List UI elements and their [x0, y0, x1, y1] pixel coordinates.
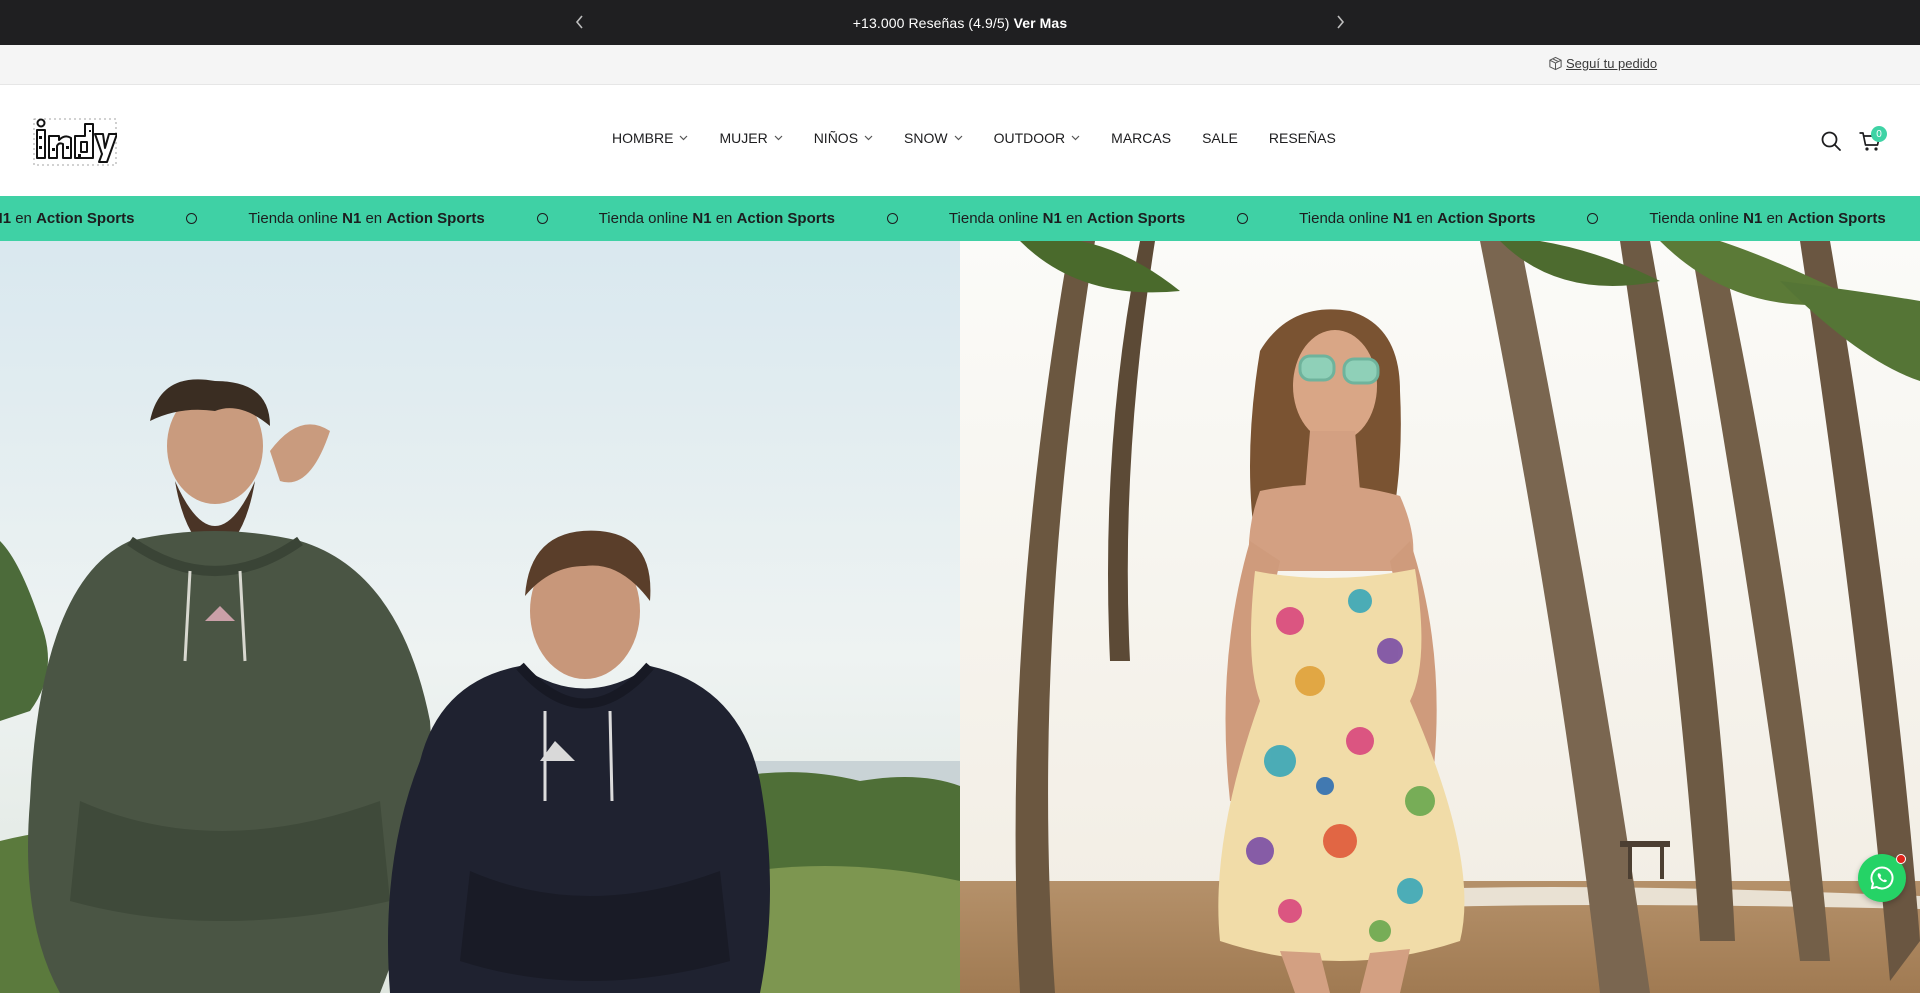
- notification-badge: [1896, 854, 1906, 864]
- brand-logo[interactable]: [33, 116, 118, 166]
- circle-separator-icon: [1587, 213, 1599, 224]
- site-header: HOMBRE MUJER NIÑOS SNOW OUTDOOR MARCAS S…: [0, 85, 1920, 196]
- cart-count-badge: 0: [1871, 126, 1887, 142]
- track-order-link[interactable]: Seguí tu pedido: [1548, 56, 1657, 71]
- whatsapp-icon: [1870, 866, 1894, 890]
- nav-item-marcas[interactable]: MARCAS: [1111, 130, 1171, 146]
- circle-separator-icon: [886, 213, 898, 224]
- chevron-down-icon: [864, 135, 873, 141]
- nav-item-ninos[interactable]: NIÑOS: [814, 130, 873, 146]
- marquee-track: ne N1 en Action Sports Tienda online N1 …: [0, 196, 1920, 241]
- search-icon: [1821, 131, 1841, 151]
- chevron-down-icon: [774, 135, 783, 141]
- whatsapp-button[interactable]: [1858, 854, 1906, 902]
- utility-bar: Seguí tu pedido: [0, 45, 1920, 85]
- marquee-item: Tienda online N1 en Action Sports: [949, 210, 1299, 227]
- nav-item-label: NIÑOS: [813, 130, 859, 146]
- announcement-prev-button[interactable]: [570, 12, 590, 32]
- marquee-item: ne N1 en Action Sports: [0, 210, 248, 227]
- track-order-label: Seguí tu pedido: [1566, 56, 1658, 71]
- package-icon: [1549, 56, 1562, 71]
- circle-separator-icon: [1237, 213, 1249, 224]
- hero-banner-women[interactable]: [960, 241, 1920, 993]
- nav-item-label: MARCAS: [1111, 130, 1172, 146]
- nav-item-label: OUTDOOR: [993, 130, 1066, 146]
- circle-separator-icon: [186, 213, 198, 224]
- nav-item-outdoor[interactable]: OUTDOOR: [994, 130, 1081, 146]
- nav-item-label: MUJER: [719, 130, 768, 146]
- marquee-item: Tienda online N1 en Action Sports: [1649, 210, 1886, 227]
- nav-item-label: RESEÑAS: [1268, 130, 1336, 146]
- nav-item-hombre[interactable]: HOMBRE: [612, 130, 688, 146]
- promo-marquee: ne N1 en Action Sports Tienda online N1 …: [0, 196, 1920, 241]
- announcement-text[interactable]: +13.000 Reseñas (4.9/5) Ver Mas: [853, 15, 1067, 31]
- chevron-down-icon: [680, 135, 688, 141]
- circle-separator-icon: [536, 213, 548, 224]
- chevron-left-icon: [575, 15, 583, 29]
- hero-banner-men[interactable]: [0, 241, 960, 993]
- nav-item-snow[interactable]: SNOW: [904, 130, 963, 146]
- hero-image-women: [960, 241, 1920, 993]
- main-nav: HOMBRE MUJER NIÑOS SNOW OUTDOOR MARCAS S…: [612, 130, 1336, 146]
- announcement-message: +13.000 Reseñas (4.9/5): [852, 14, 1014, 31]
- announcement-bar: +13.000 Reseñas (4.9/5) Ver Mas: [0, 0, 1920, 45]
- chevron-down-icon: [1071, 135, 1080, 141]
- marquee-item: Tienda online N1 en Action Sports: [248, 210, 598, 227]
- nav-item-label: HOMBRE: [612, 130, 674, 146]
- nav-item-sale[interactable]: SALE: [1202, 130, 1238, 146]
- announcement-link[interactable]: Ver Mas: [1014, 15, 1068, 31]
- nav-item-label: SNOW: [904, 130, 948, 146]
- indy-logo: [33, 118, 118, 166]
- marquee-item: Tienda online N1 en Action Sports: [599, 210, 949, 227]
- chevron-down-icon: [954, 135, 963, 141]
- nav-item-resenas[interactable]: RESEÑAS: [1269, 130, 1336, 146]
- announcement-next-button[interactable]: [1330, 12, 1350, 32]
- chevron-right-icon: [1337, 15, 1345, 29]
- search-button[interactable]: [1820, 130, 1842, 152]
- marquee-item: Tienda online N1 en Action Sports: [1299, 210, 1649, 227]
- hero-image-men: [0, 241, 960, 993]
- nav-item-mujer[interactable]: MUJER: [719, 130, 783, 146]
- nav-item-label: SALE: [1202, 130, 1238, 146]
